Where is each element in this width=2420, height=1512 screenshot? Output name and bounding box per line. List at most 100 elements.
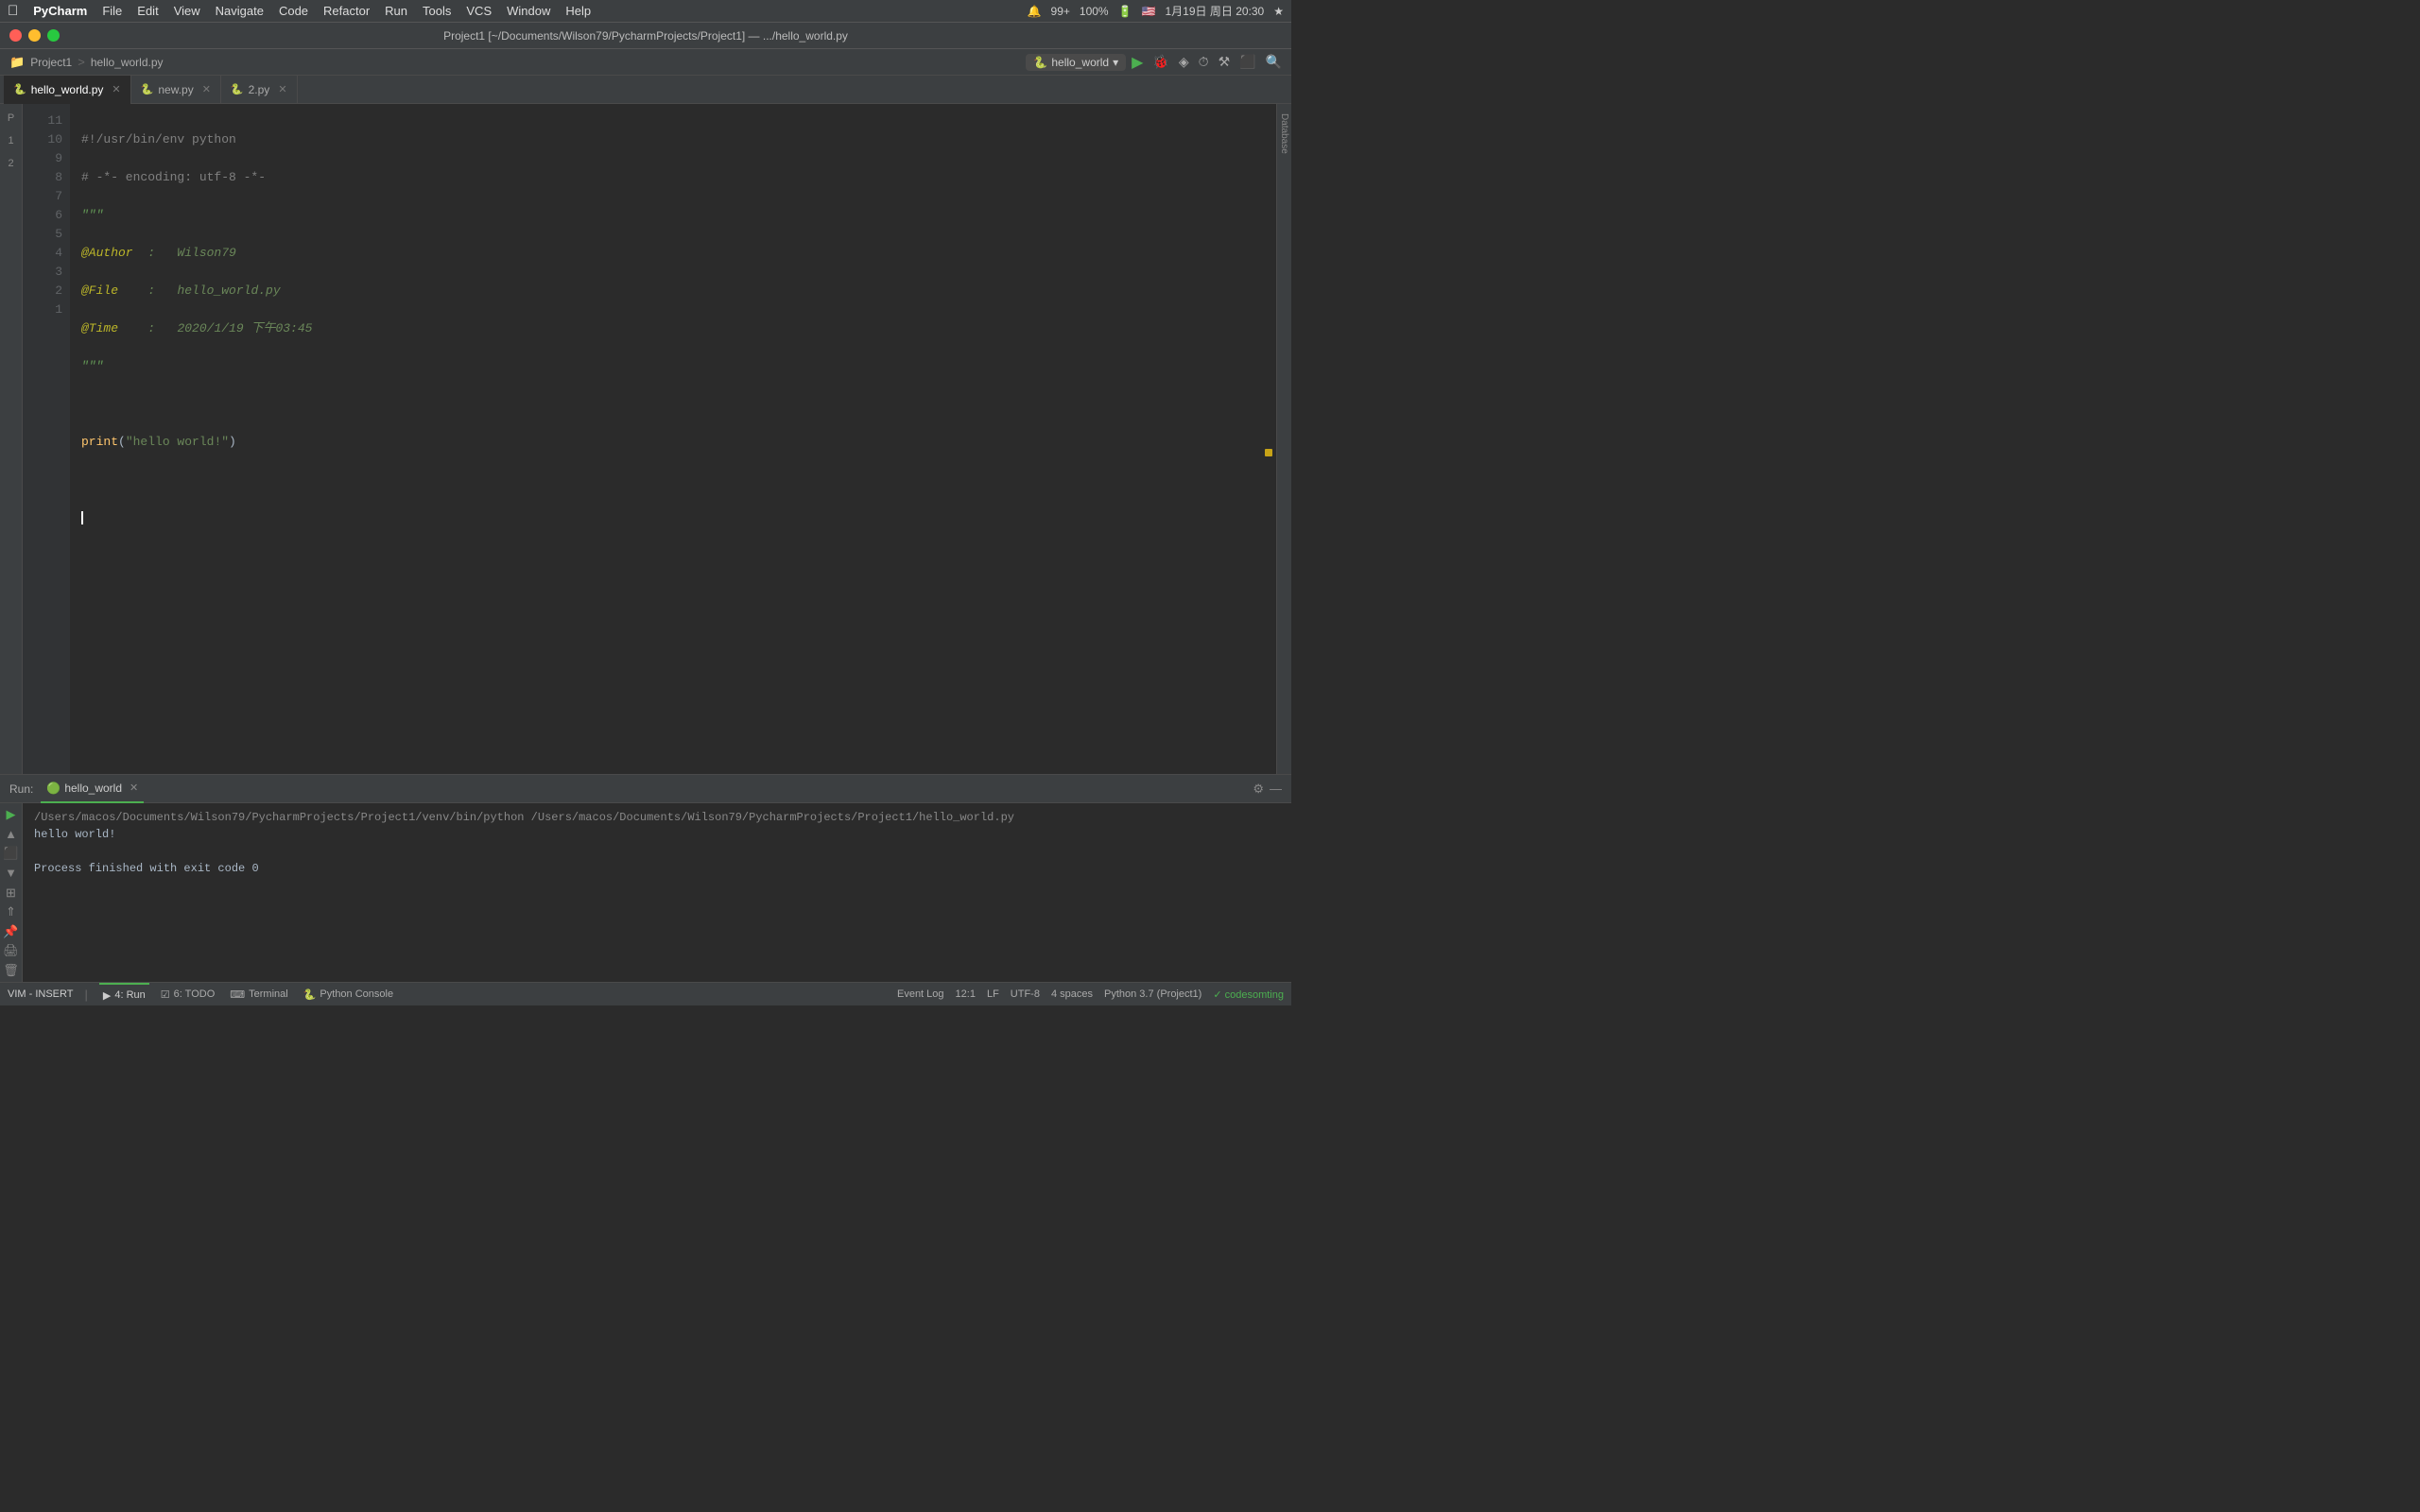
close-button[interactable] — [9, 29, 22, 42]
bottom-tab-todo[interactable]: ☑ 6: TODO — [157, 983, 218, 1006]
run-output: /Users/macos/Documents/Wilson79/PycharmP… — [23, 803, 1291, 982]
menu-navigate[interactable]: Navigate — [216, 4, 264, 18]
settings-icon[interactable]: ⚙ — [1253, 782, 1264, 797]
menu-help[interactable]: Help — [565, 4, 591, 18]
minimize-panel-icon[interactable]: — — [1270, 782, 1282, 797]
python-file-icon: 🐍 — [141, 83, 154, 95]
delete-button[interactable]: 🗑 — [3, 963, 20, 979]
tab-hello-world[interactable]: 🐍 hello_world.py ✕ — [4, 76, 131, 104]
menu-code[interactable]: Code — [279, 4, 308, 18]
python-version[interactable]: Python 3.7 (Project1) — [1104, 988, 1201, 1001]
chevron-down-icon: ▾ — [1113, 56, 1118, 69]
sidebar-icon-2[interactable]: 1 — [1, 130, 22, 151]
run-icon: ▶ — [103, 989, 111, 1002]
git-status: ✓ codesomting — [1213, 988, 1284, 1001]
battery-icon: 🔋 — [1118, 5, 1132, 18]
run-exit-message: Process finished with exit code 0 — [34, 860, 1280, 877]
folder-icon: 📁 — [9, 55, 25, 70]
debug-button[interactable]: 🐞 — [1152, 54, 1168, 70]
rerun-button[interactable]: ▶ — [3, 807, 20, 823]
run-output-line1: hello world! — [34, 826, 1280, 843]
maximize-button[interactable] — [47, 29, 60, 42]
run-config-selector[interactable]: 🐍 hello_world ▾ — [1026, 54, 1126, 71]
python-file-icon: 🐍 — [13, 83, 26, 95]
menu-tools[interactable]: Tools — [423, 4, 451, 18]
indent-type[interactable]: 4 spaces — [1051, 988, 1093, 1001]
bottom-tab-terminal[interactable]: ⌨ Terminal — [226, 983, 291, 1006]
tab-close-button[interactable]: ✕ — [278, 83, 286, 95]
breadcrumb-file[interactable]: hello_world.py — [91, 56, 164, 69]
run-button[interactable]: ▶ — [1132, 53, 1143, 72]
file-encoding[interactable]: UTF-8 — [1011, 988, 1040, 1001]
todo-icon: ☑ — [161, 988, 170, 1001]
flag-icon: 🇺🇸 — [1142, 5, 1156, 18]
line-separator[interactable]: LF — [987, 988, 999, 1001]
code-text[interactable]: #!/usr/bin/env python # -*- encoding: ut… — [70, 104, 1276, 774]
menu-edit[interactable]: Edit — [137, 4, 158, 18]
run-panel: Run: 🟢 hello_world ✕ ⚙ — ▶ ▲ ⬛ ▼ ⊞ ⇑ 📌 🖨… — [0, 774, 1291, 982]
sidebar-icon-3[interactable]: 2 — [1, 153, 22, 174]
tabs-bar: 🐍 hello_world.py ✕ 🐍 new.py ✕ 🐍 2.py ✕ — [0, 76, 1291, 104]
fold-button[interactable]: ⇑ — [3, 904, 20, 920]
tab-new-py[interactable]: 🐍 new.py ✕ — [131, 76, 221, 104]
line-numbers: 11 10 9 8 7 6 5 4 3 2 1 — [23, 104, 70, 774]
stop-button[interactable]: ⬛ — [3, 846, 20, 862]
project-bar: 📁 Project1 > hello_world.py 🐍 hello_worl… — [0, 49, 1291, 76]
menu-window[interactable]: Window — [507, 4, 550, 18]
right-sidebar: Database — [1276, 104, 1291, 774]
terminal-icon: ⌨ — [230, 988, 245, 1001]
app-name[interactable]: PyCharm — [33, 4, 87, 18]
search-icon[interactable]: 🔍 — [1266, 54, 1282, 70]
tab-close-button[interactable]: ✕ — [112, 83, 120, 95]
code-editor[interactable]: 11 10 9 8 7 6 5 4 3 2 1 #!/usr/bin/env p… — [23, 104, 1276, 774]
run-panel-body: ▶ ▲ ⬛ ▼ ⊞ ⇑ 📌 🖨 🗑 /Users/macos/Documents… — [0, 803, 1291, 982]
scroll-down-button[interactable]: ▼ — [3, 866, 20, 882]
run-panel-tools: ⚙ — — [1253, 782, 1282, 797]
minimize-button[interactable] — [28, 29, 41, 42]
coverage-button[interactable]: ◈ — [1179, 54, 1189, 70]
star-icon: ★ — [1273, 5, 1284, 18]
event-log[interactable]: Event Log — [897, 988, 944, 1001]
run-tab-close[interactable]: ✕ — [130, 782, 138, 794]
scroll-up-button[interactable]: ▲ — [3, 827, 20, 843]
run-tab-icon: 🟢 — [46, 782, 60, 795]
traffic-lights — [9, 29, 60, 42]
gutter-mark — [1265, 449, 1272, 456]
bottom-tab-run[interactable]: ▶ 4: Run — [99, 983, 149, 1006]
database-label[interactable]: Database — [1279, 113, 1289, 154]
apple-menu[interactable]:  — [8, 3, 18, 19]
tab-2-py[interactable]: 🐍 2.py ✕ — [221, 76, 298, 104]
run-panel-toolbar: ▶ ▲ ⬛ ▼ ⊞ ⇑ 📌 🖨 🗑 — [0, 803, 23, 982]
run-command-line: /Users/macos/Documents/Wilson79/PycharmP… — [34, 809, 1280, 826]
notification-count: 99+ — [1051, 5, 1070, 18]
title-bar: Project1 [~/Documents/Wilson79/PycharmPr… — [0, 23, 1291, 49]
menu-file[interactable]: File — [102, 4, 122, 18]
python-file-icon: 🐍 — [231, 83, 244, 95]
print-button[interactable]: 🖨 — [3, 943, 20, 959]
sidebar-icon-1[interactable]: P — [1, 108, 22, 129]
battery-pct: 100% — [1080, 5, 1109, 18]
status-bar-right: Event Log 12:1 LF UTF-8 4 spaces Python … — [897, 988, 1284, 1001]
python-icon: 🐍 — [1033, 56, 1047, 69]
menu-run[interactable]: Run — [385, 4, 407, 18]
menu-view[interactable]: View — [174, 4, 200, 18]
notification-bell: 🔔 — [1028, 5, 1042, 18]
cursor-position: 12:1 — [956, 988, 976, 1001]
run-tab-hello-world[interactable]: 🟢 hello_world ✕ — [41, 775, 144, 803]
stop-button[interactable]: ⬛ — [1239, 54, 1255, 70]
tab-close-button[interactable]: ✕ — [202, 83, 211, 95]
breadcrumb-separator: > — [78, 55, 85, 69]
run-label: Run: — [9, 782, 33, 796]
pin-button[interactable]: 📌 — [3, 923, 20, 939]
main-editor-area: P 1 2 11 10 9 8 7 6 5 4 3 2 1 #!/usr/bin… — [0, 104, 1291, 774]
bottom-tab-python-console[interactable]: 🐍 Python Console — [300, 983, 397, 1006]
profile-button[interactable]: ⏱ — [1199, 54, 1209, 70]
menu-refactor[interactable]: Refactor — [323, 4, 370, 18]
menu-bar:  PyCharm File Edit View Navigate Code R… — [0, 0, 1291, 23]
python-console-icon: 🐍 — [303, 988, 317, 1001]
datetime: 1月19日 周日 20:30 — [1166, 3, 1265, 19]
layout-button[interactable]: ⊞ — [3, 885, 20, 901]
project-name[interactable]: Project1 — [30, 56, 72, 69]
build-button[interactable]: ⚒ — [1219, 54, 1231, 70]
menu-vcs[interactable]: VCS — [466, 4, 492, 18]
